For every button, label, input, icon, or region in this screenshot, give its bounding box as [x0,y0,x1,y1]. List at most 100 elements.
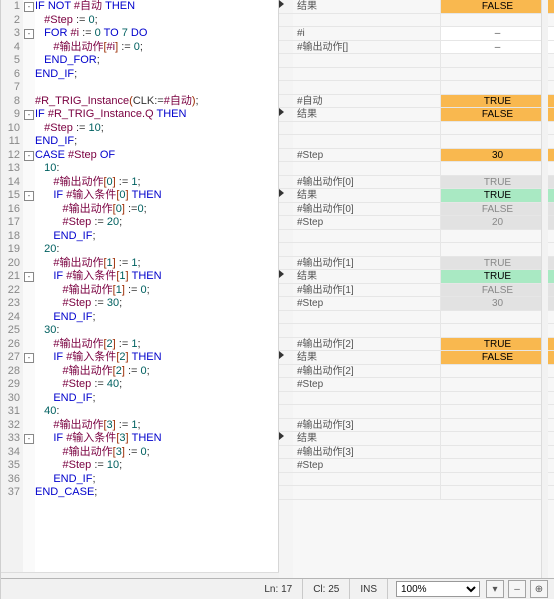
fold-toggle[interactable]: - [23,0,35,14]
monitor-marker[interactable] [279,270,293,284]
code-line[interactable]: #输出动作[3] := 0; [35,446,278,460]
zoom-out-button[interactable]: – [508,580,526,598]
fold-toggle[interactable]: - [23,149,35,163]
monitor-marker[interactable] [279,432,293,446]
code-line[interactable]: END_IF; [35,135,278,149]
code-line[interactable]: #R_TRIG_Instance(CLK:=#自动); [35,95,278,109]
monitor-row[interactable] [293,405,554,419]
monitor-marker[interactable] [279,351,293,365]
code-line[interactable] [35,81,278,95]
monitor-row[interactable]: 结果FALSE [293,0,554,14]
code-line[interactable]: #输出动作[1] := 1; [35,257,278,271]
monitor-var-name: 结果 [293,432,441,445]
monitor-row[interactable] [293,486,554,500]
monitor-row[interactable]: 结果TRUE [293,189,554,203]
code-line[interactable]: END_IF; [35,311,278,325]
code-line[interactable]: END_IF; [35,68,278,82]
monitor-row[interactable] [293,162,554,176]
code-line[interactable]: #Step := 40; [35,378,278,392]
code-line[interactable]: #输出动作[2] := 1; [35,338,278,352]
code-line[interactable]: CASE #Step OF [35,149,278,163]
code-line[interactable]: IF NOT #自动 THEN [35,0,278,14]
monitor-row[interactable]: #Step30 [293,297,554,311]
monitor-row[interactable] [293,230,554,244]
variable-monitor-pane[interactable]: 结果FALSE#i–#输出动作[]–#自动TRUE结果FALSE#Step30#… [279,0,554,579]
code-line[interactable]: IF #输入条件[3] THEN [35,432,278,446]
code-text-area[interactable]: IF NOT #自动 THEN #Step := 0; FOR #i := 0 … [35,0,278,579]
code-line[interactable]: #输出动作[#i] := 0; [35,41,278,55]
code-line[interactable]: END_IF; [35,473,278,487]
code-line[interactable]: 40: [35,405,278,419]
fold-toggle [23,392,35,406]
code-line[interactable]: IF #输入条件[2] THEN [35,351,278,365]
zoom-in-button[interactable]: ⊕ [530,580,548,598]
vertical-scrollbar[interactable] [541,0,548,579]
code-line[interactable]: #Step := 20; [35,216,278,230]
monitor-row[interactable]: #输出动作[1]TRUE [293,257,554,271]
code-line[interactable]: END_IF; [35,230,278,244]
monitor-row[interactable] [293,14,554,28]
zoom-dropdown-button[interactable]: ▾ [486,580,504,598]
code-line[interactable]: #Step := 10; [35,459,278,473]
code-line[interactable]: #输出动作[3] := 1; [35,419,278,433]
monitor-marker[interactable] [279,189,293,203]
fold-toggle[interactable]: - [23,189,35,203]
monitor-row[interactable]: #Step20 [293,216,554,230]
fold-toggle[interactable]: - [23,27,35,41]
monitor-row[interactable] [293,122,554,136]
monitor-row[interactable] [293,473,554,487]
monitor-row[interactable] [293,81,554,95]
monitor-row[interactable]: #输出动作[0]FALSE [293,203,554,217]
monitor-row[interactable]: 结果FALSE [293,108,554,122]
code-line[interactable]: END_IF; [35,392,278,406]
monitor-row[interactable]: #Step [293,378,554,392]
monitor-row[interactable] [293,54,554,68]
monitor-row[interactable] [293,324,554,338]
code-line[interactable]: #输出动作[1] := 0; [35,284,278,298]
monitor-row[interactable]: 结果FALSE [293,351,554,365]
code-line[interactable]: #Step := 30; [35,297,278,311]
monitor-row[interactable]: #输出动作[3] [293,419,554,433]
monitor-row[interactable] [293,135,554,149]
monitor-row[interactable] [293,243,554,257]
fold-gutter[interactable]: - - - - - - - - [23,0,35,579]
code-line[interactable]: #Step := 0; [35,14,278,28]
monitor-row[interactable]: #输出动作[2] [293,365,554,379]
monitor-row[interactable]: #自动TRUE [293,95,554,109]
fold-toggle[interactable]: - [23,432,35,446]
code-line[interactable]: IF #R_TRIG_Instance.Q THEN [35,108,278,122]
monitor-row[interactable] [293,392,554,406]
code-line[interactable]: IF #输入条件[1] THEN [35,270,278,284]
fold-toggle[interactable]: - [23,270,35,284]
status-ins[interactable]: INS [350,579,388,599]
code-line[interactable]: END_FOR; [35,54,278,68]
monitor-row[interactable]: #Step [293,459,554,473]
code-line[interactable]: IF #输入条件[0] THEN [35,189,278,203]
monitor-marker[interactable] [279,108,293,122]
monitor-row[interactable]: #Step30 [293,149,554,163]
monitor-row[interactable]: #输出动作[1]FALSE [293,284,554,298]
monitor-marker[interactable] [279,0,293,14]
monitor-row[interactable] [293,68,554,82]
code-line[interactable]: #输出动作[2] := 0; [35,365,278,379]
monitor-row[interactable]: #输出动作[]– [293,41,554,55]
code-line[interactable]: 10: [35,162,278,176]
code-line[interactable]: #Step := 10; [35,122,278,136]
fold-toggle[interactable]: - [23,108,35,122]
monitor-row[interactable]: #输出动作[3] [293,446,554,460]
code-line[interactable]: #输出动作[0] := 1; [35,176,278,190]
monitor-row[interactable]: #i– [293,27,554,41]
code-line[interactable]: #输出动作[0] :=0; [35,203,278,217]
code-pane[interactable]: 1234567891011121314151617181920212223242… [1,0,279,579]
code-line[interactable]: END_CASE; [35,486,278,500]
code-line[interactable]: 30: [35,324,278,338]
monitor-row[interactable] [293,311,554,325]
monitor-row[interactable]: 结果TRUE [293,270,554,284]
zoom-select[interactable]: 100% [396,581,480,597]
monitor-row[interactable]: 结果 [293,432,554,446]
fold-toggle[interactable]: - [23,351,35,365]
monitor-row[interactable]: #输出动作[2]TRUE [293,338,554,352]
monitor-row[interactable]: #输出动作[0]TRUE [293,176,554,190]
code-line[interactable]: 20: [35,243,278,257]
code-line[interactable]: FOR #i := 0 TO 7 DO [35,27,278,41]
